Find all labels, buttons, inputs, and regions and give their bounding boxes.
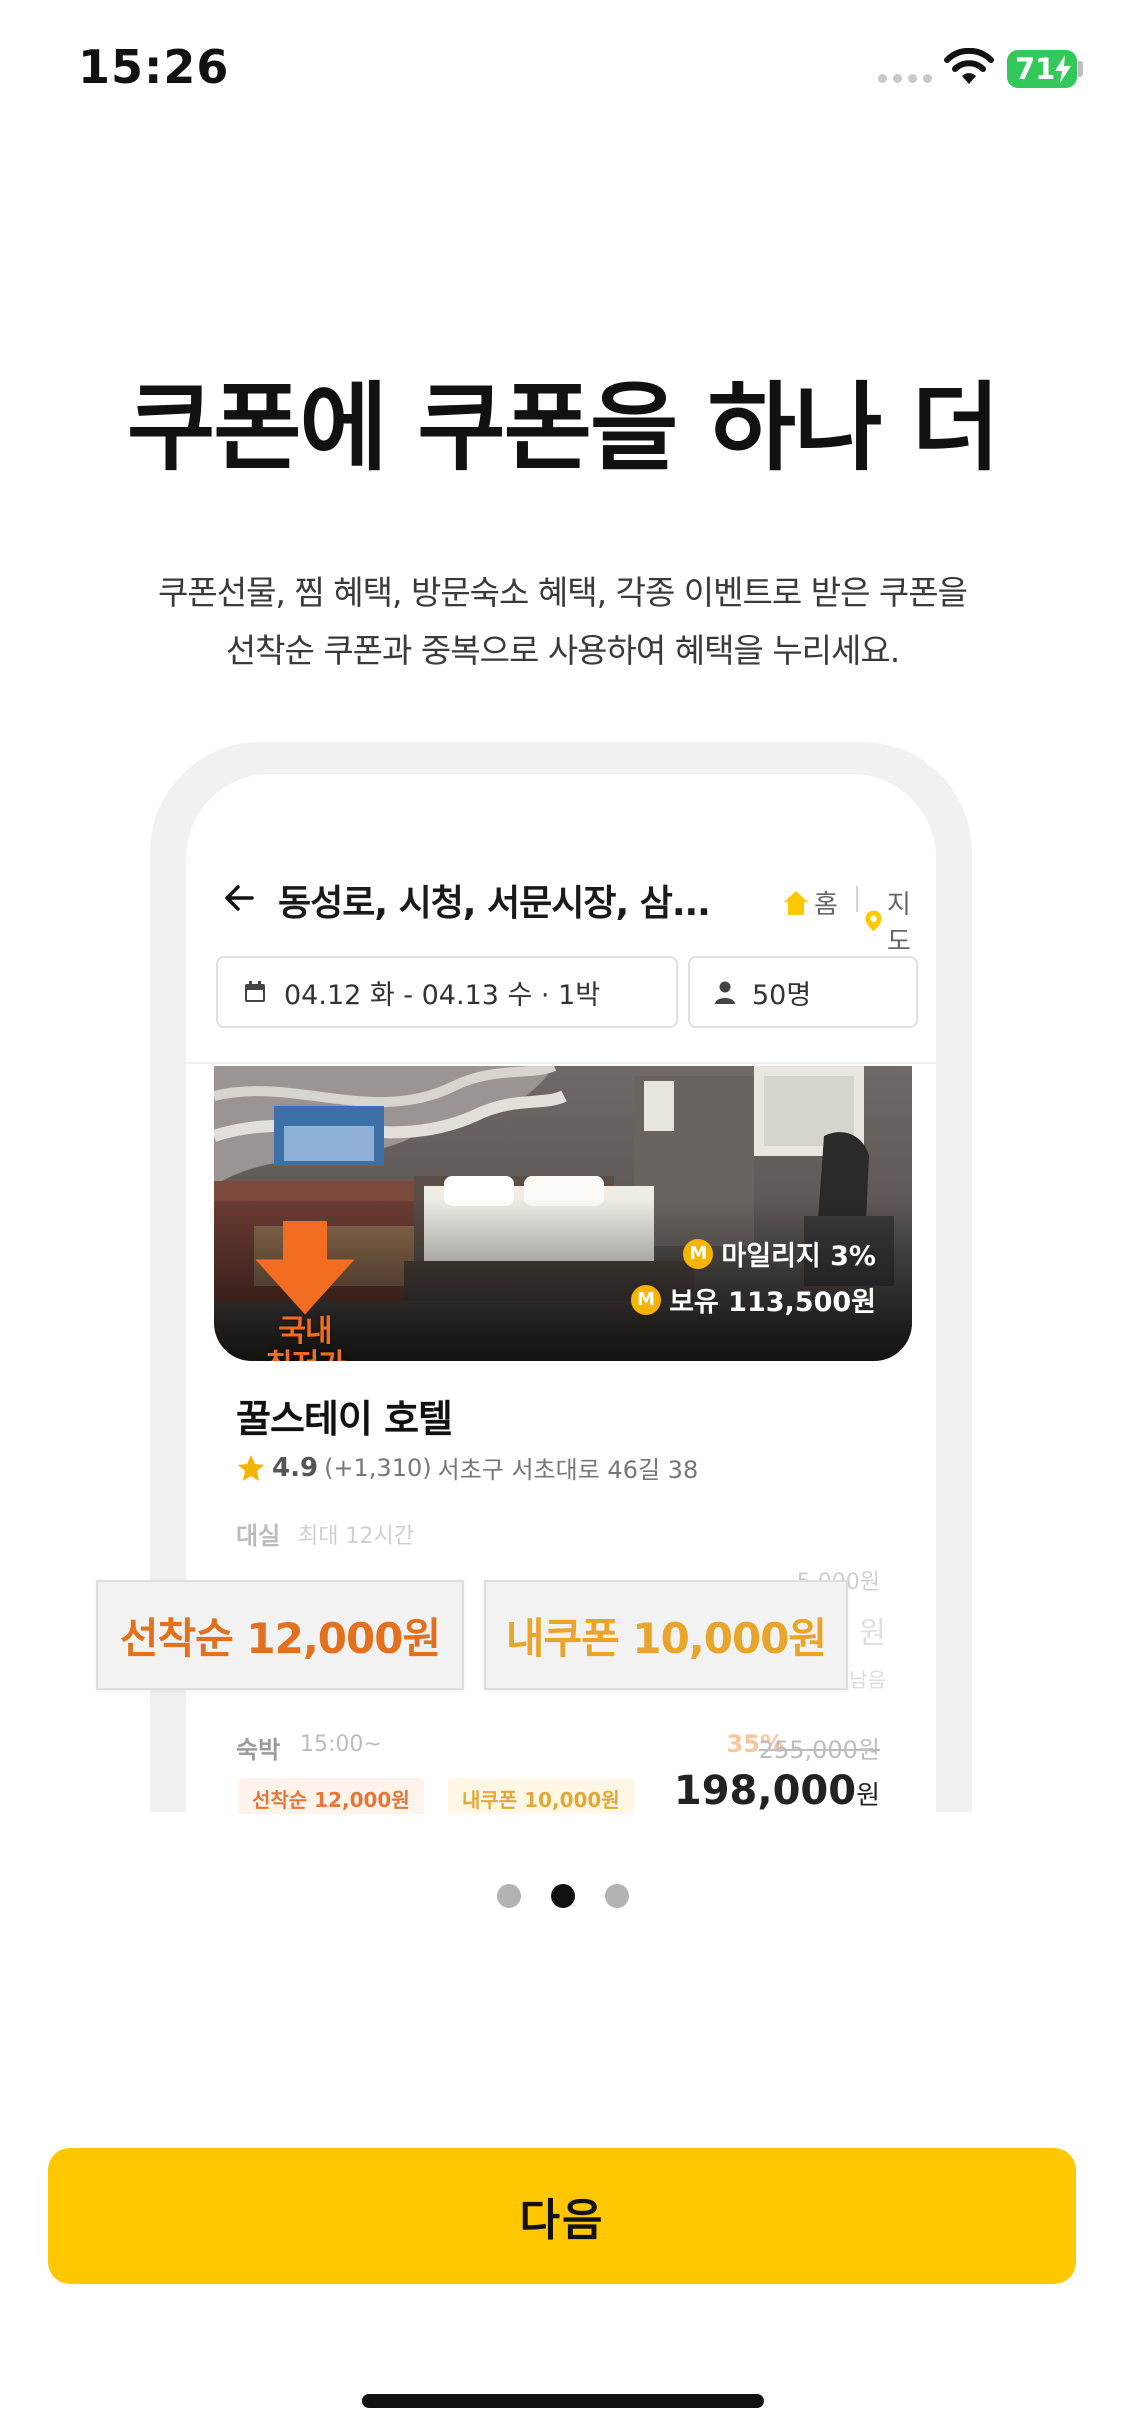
preview-location-title: 동성로, 시청, 서문시장, 삼...: [278, 883, 711, 924]
onboarding-description-line2: 선착순 쿠폰과 중복으로 사용하여 혜택을 누리세요.: [225, 631, 901, 670]
battery-icon: 71: [1007, 50, 1077, 88]
charging-bolt-icon: [1055, 55, 1071, 83]
rating-score: 4.9: [272, 1452, 319, 1483]
guest-count-text: 50명: [752, 979, 812, 1011]
lowest-price-line1: 국내: [278, 1313, 332, 1349]
next-button[interactable]: 다음: [48, 2148, 1076, 2284]
stay-checkin-time: 15:00~: [300, 1732, 382, 1757]
map-label: 지도: [887, 890, 911, 957]
dayuse-remaining-note: 남음: [849, 1668, 886, 1692]
dayuse-label: 대실: [236, 1522, 281, 1550]
first-come-coupon-chip: 선착순 12,000원: [96, 1580, 464, 1690]
map-pin-icon: [865, 910, 882, 932]
final-price-unit: 원: [856, 1781, 880, 1811]
divider: [186, 1062, 936, 1064]
page-indicator: [0, 1884, 1125, 1908]
status-time: 15:26: [78, 40, 230, 94]
battery-level: 71: [1015, 52, 1056, 86]
owned-mileage-tag: M 보유 113,500원: [631, 1280, 876, 1319]
my-coupon-tag: 내쿠폰 10,000원: [448, 1778, 634, 1814]
onboarding-description-line1: 쿠폰선물, 찜 혜택, 방문숙소 혜택, 각종 이벤트로 받은 쿠폰을: [157, 573, 968, 612]
back-arrow-icon: [225, 885, 254, 911]
calendar-icon: [245, 981, 265, 1002]
rating-row: 4.9 (+1,310) 서초구 서초대로 46길 38: [236, 1450, 698, 1485]
preview-map-link: 지도: [864, 884, 922, 958]
home-icon: [784, 890, 808, 915]
cellular-signal-icon: [878, 74, 932, 83]
battery-cap: [1078, 61, 1083, 77]
person-icon: [715, 981, 735, 1004]
stay-label: 숙박: [236, 1736, 281, 1764]
mileage-text: 마일리지 3%: [721, 1241, 876, 1272]
page-dot-1[interactable]: [496, 1884, 521, 1908]
page-dot-3[interactable]: [604, 1884, 629, 1908]
owned-mileage-text: 보유 113,500원: [669, 1287, 876, 1318]
header-divider: [856, 886, 858, 912]
first-come-coupon-tag: 선착순 12,000원: [238, 1778, 424, 1814]
preview-filter-row: 04.12 화 - 04.13 수 · 1박 50명: [216, 956, 918, 1028]
my-coupon-chip: 내쿠폰 10,000원: [484, 1580, 848, 1690]
lowest-price-line2: 최저가: [250, 1348, 360, 1361]
onboarding-title: 쿠폰에 쿠폰을 하나 더: [126, 372, 1000, 484]
date-range-text: 04.12 화 - 04.13 수 · 1박: [284, 979, 601, 1011]
preview-home-link: 홈: [782, 884, 838, 921]
owned-coin-icon: M: [631, 1284, 662, 1315]
dayuse-duration: 최대 12시간: [298, 1524, 414, 1549]
stay-final-price: 198,000원: [674, 1768, 880, 1814]
lowest-price-badge: 국내 최저가: [250, 1221, 360, 1361]
review-count: (+1,310): [324, 1453, 432, 1482]
preview-guest-filter: 50명: [688, 956, 918, 1028]
wifi-icon: [944, 48, 994, 84]
hotel-name: 꿀스테이 호텔: [236, 1397, 453, 1441]
preview-header: 동성로, 시청, 서문시장, 삼... 홈 지도: [222, 870, 922, 957]
final-price-value: 198,000: [673, 1768, 857, 1814]
stay-original-price: 255,000원: [758, 1736, 880, 1764]
down-arrow-icon: [255, 1221, 355, 1315]
page-dot-2-active[interactable]: [550, 1884, 575, 1908]
preview-date-filter: 04.12 화 - 04.13 수 · 1박: [216, 956, 678, 1028]
home-indicator[interactable]: [362, 2394, 764, 2408]
star-icon: [238, 1454, 264, 1481]
status-bar: 15:26 71: [0, 0, 1125, 140]
dayuse-final-price-unit: 원: [858, 1616, 886, 1651]
hotel-room-photo: 국내 최저가 M 마일리지 3% M 보유 113,500원: [214, 1066, 912, 1361]
home-label: 홈: [814, 890, 838, 920]
hotel-address: 서초구 서초대로 46길 38: [437, 1456, 699, 1484]
mileage-tag: M 마일리지 3%: [683, 1234, 876, 1273]
mileage-coin-icon: M: [683, 1238, 714, 1269]
